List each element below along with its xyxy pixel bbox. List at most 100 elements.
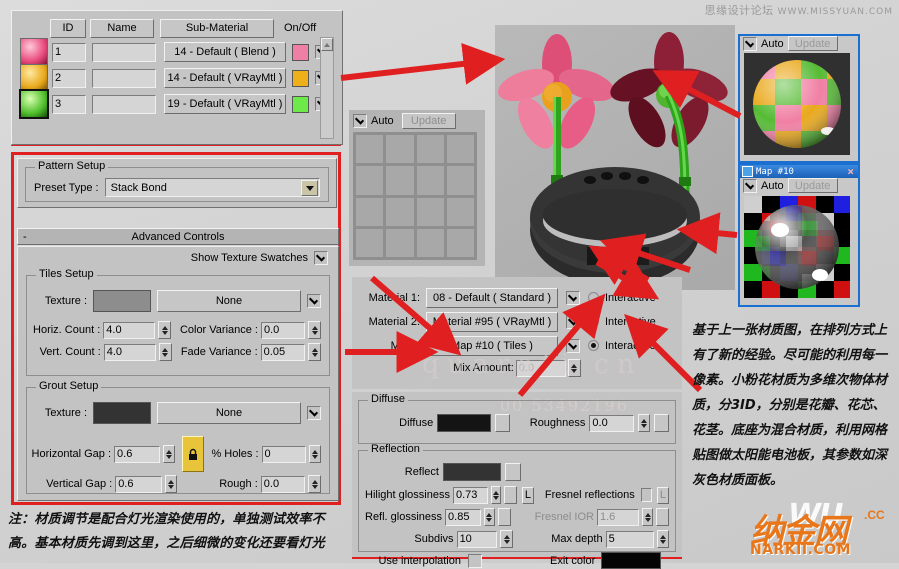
tiles-texture-checkbox[interactable] (307, 294, 321, 308)
material-row[interactable]: 1 14 - Default ( Blend ) (20, 38, 336, 66)
material2-enable-checkbox[interactable] (566, 314, 580, 329)
hilight-glossiness-map-button[interactable] (504, 486, 517, 504)
viewport[interactable] (495, 25, 735, 290)
tiles-texture-button[interactable]: None (157, 290, 301, 312)
material-sub-2[interactable]: 14 - Default ( VRayMtl ) (164, 68, 286, 88)
material2-button[interactable]: Material #95 ( VRayMtl ) (426, 311, 558, 332)
header-sub-material[interactable]: Sub-Material (160, 18, 274, 38)
color-variance-stepper[interactable] (308, 321, 321, 339)
material-preview-window-2[interactable]: Map #10 × Auto Update (738, 163, 860, 307)
tile-auto-checkbox[interactable] (353, 114, 367, 128)
fresnel-ior-map-button[interactable] (655, 508, 669, 526)
vert-count-field[interactable]: 4.0 (103, 343, 157, 361)
multi-sub-material-list: ID Name Sub-Material On/Off 1 14 - Defau… (11, 10, 343, 145)
material-row[interactable]: 2 14 - Default ( VRayMtl ) (20, 64, 336, 92)
chevron-down-icon[interactable] (301, 180, 318, 196)
blend-basic-parameters: quarati cn Material 1: 08 - Default ( St… (352, 277, 682, 389)
hilight-glossiness-field[interactable]: 0.73 (452, 486, 488, 504)
mix-amount-stepper[interactable] (567, 359, 581, 377)
hilight-glossiness-stepper[interactable] (490, 486, 502, 504)
horiz-count-field[interactable]: 4.0 (103, 321, 156, 339)
fade-variance-stepper[interactable] (308, 343, 321, 361)
vertical-gap-stepper[interactable] (164, 475, 178, 493)
roughness-field[interactable]: 0.0 (589, 414, 634, 432)
auto-checkbox-2[interactable] (743, 178, 757, 193)
hilight-lock-button[interactable]: L (521, 486, 534, 504)
color-variance-field[interactable]: 0.0 (261, 321, 306, 339)
max-depth-stepper[interactable] (656, 530, 669, 548)
roughness-stepper[interactable] (637, 414, 651, 432)
material-color-3[interactable] (292, 95, 309, 113)
auto-checkbox-1[interactable] (743, 36, 757, 51)
refl-glossiness-map-button[interactable] (497, 508, 511, 526)
watermark-cn: 思缘设计论坛 (704, 4, 774, 17)
max-depth-field[interactable]: 5 (605, 530, 654, 548)
preset-type-dropdown[interactable]: Stack Bond (104, 178, 320, 197)
vertical-gap-field[interactable]: 0.6 (115, 475, 162, 493)
fresnel-ior-stepper[interactable] (642, 508, 653, 526)
material1-interactive-radio[interactable] (588, 292, 599, 303)
header-id[interactable]: ID (50, 18, 86, 38)
holes-stepper[interactable] (308, 445, 322, 463)
scroll-up-button[interactable] (321, 38, 333, 51)
mask-interactive-radio[interactable] (588, 340, 599, 351)
diffuse-map-button[interactable] (494, 414, 510, 432)
material1-enable-checkbox[interactable] (566, 290, 580, 305)
material2-interactive-radio[interactable] (588, 316, 599, 327)
horiz-count-stepper[interactable] (158, 321, 171, 339)
material-name-2[interactable] (92, 68, 156, 88)
material-sub-3[interactable]: 19 - Default ( VRayMtl ) (164, 94, 286, 114)
tile-update-button[interactable]: Update (401, 113, 456, 129)
rough-stepper[interactable] (308, 475, 321, 493)
subdivs-field[interactable]: 10 (456, 530, 498, 548)
update-button-2[interactable]: Update (787, 178, 838, 193)
material-thumbnail-3[interactable] (19, 89, 49, 119)
rough-field[interactable]: 0.0 (260, 475, 306, 493)
exit-color-swatch[interactable] (601, 552, 662, 569)
fresnel-ior-field[interactable]: 1.6 (596, 508, 640, 526)
header-name[interactable]: Name (90, 18, 154, 38)
material-list-scrollbar[interactable] (320, 37, 334, 139)
reflect-color-swatch[interactable] (443, 463, 501, 481)
refl-glossiness-stepper[interactable] (483, 508, 495, 526)
material-id-2[interactable]: 2 (52, 68, 86, 88)
material1-button[interactable]: 08 - Default ( Standard ) (426, 287, 558, 308)
material-id-3[interactable]: 3 (52, 94, 86, 114)
material-name-3[interactable] (92, 94, 156, 114)
grout-texture-swatch[interactable] (93, 402, 151, 424)
fresnel-lock-button[interactable]: L (657, 486, 669, 504)
horizontal-gap-field[interactable]: 0.6 (114, 445, 160, 463)
material-color-1[interactable] (292, 43, 309, 61)
update-button-1[interactable]: Update (787, 36, 838, 51)
reflect-map-button[interactable] (505, 463, 521, 481)
close-icon[interactable]: × (845, 165, 856, 178)
fade-variance-field[interactable]: 0.05 (260, 343, 306, 361)
diffuse-color-swatch[interactable] (437, 414, 491, 432)
mix-amount-field[interactable]: 0.0 (515, 359, 566, 377)
grout-texture-button[interactable]: None (157, 402, 301, 424)
material-row[interactable]: 3 19 - Default ( VRayMtl ) (19, 89, 336, 119)
lock-icon[interactable] (182, 436, 205, 472)
tiles-texture-swatch[interactable] (93, 290, 151, 312)
subdivs-stepper[interactable] (500, 530, 513, 548)
material-color-2[interactable] (292, 69, 309, 87)
use-interpolation-checkbox[interactable] (468, 553, 482, 568)
roughness-map-button[interactable] (654, 414, 670, 432)
material-thumbnail-1[interactable] (20, 38, 48, 66)
mask-enable-checkbox[interactable] (566, 338, 580, 353)
holes-field[interactable]: 0 (261, 445, 306, 463)
show-texture-swatches-checkbox[interactable] (314, 251, 328, 265)
grout-texture-checkbox[interactable] (307, 406, 321, 420)
material-thumbnail-2[interactable] (20, 64, 48, 92)
material-preview-window-1[interactable]: Auto Update (738, 34, 860, 163)
material-name-1[interactable] (92, 42, 156, 62)
vert-count-stepper[interactable] (159, 343, 172, 361)
material-sub-1[interactable]: 14 - Default ( Blend ) (164, 42, 286, 62)
fresnel-reflections-checkbox[interactable] (640, 488, 652, 502)
horizontal-gap-stepper[interactable] (162, 445, 176, 463)
material-id-1[interactable]: 1 (52, 42, 86, 62)
advanced-controls-rollout[interactable]: - Advanced Controls (17, 228, 339, 245)
refl-glossiness-field[interactable]: 0.85 (445, 508, 481, 526)
preview-titlebar-2[interactable]: Map #10 × (740, 165, 858, 178)
mask-button[interactable]: Map #10 ( Tiles ) (426, 335, 558, 356)
